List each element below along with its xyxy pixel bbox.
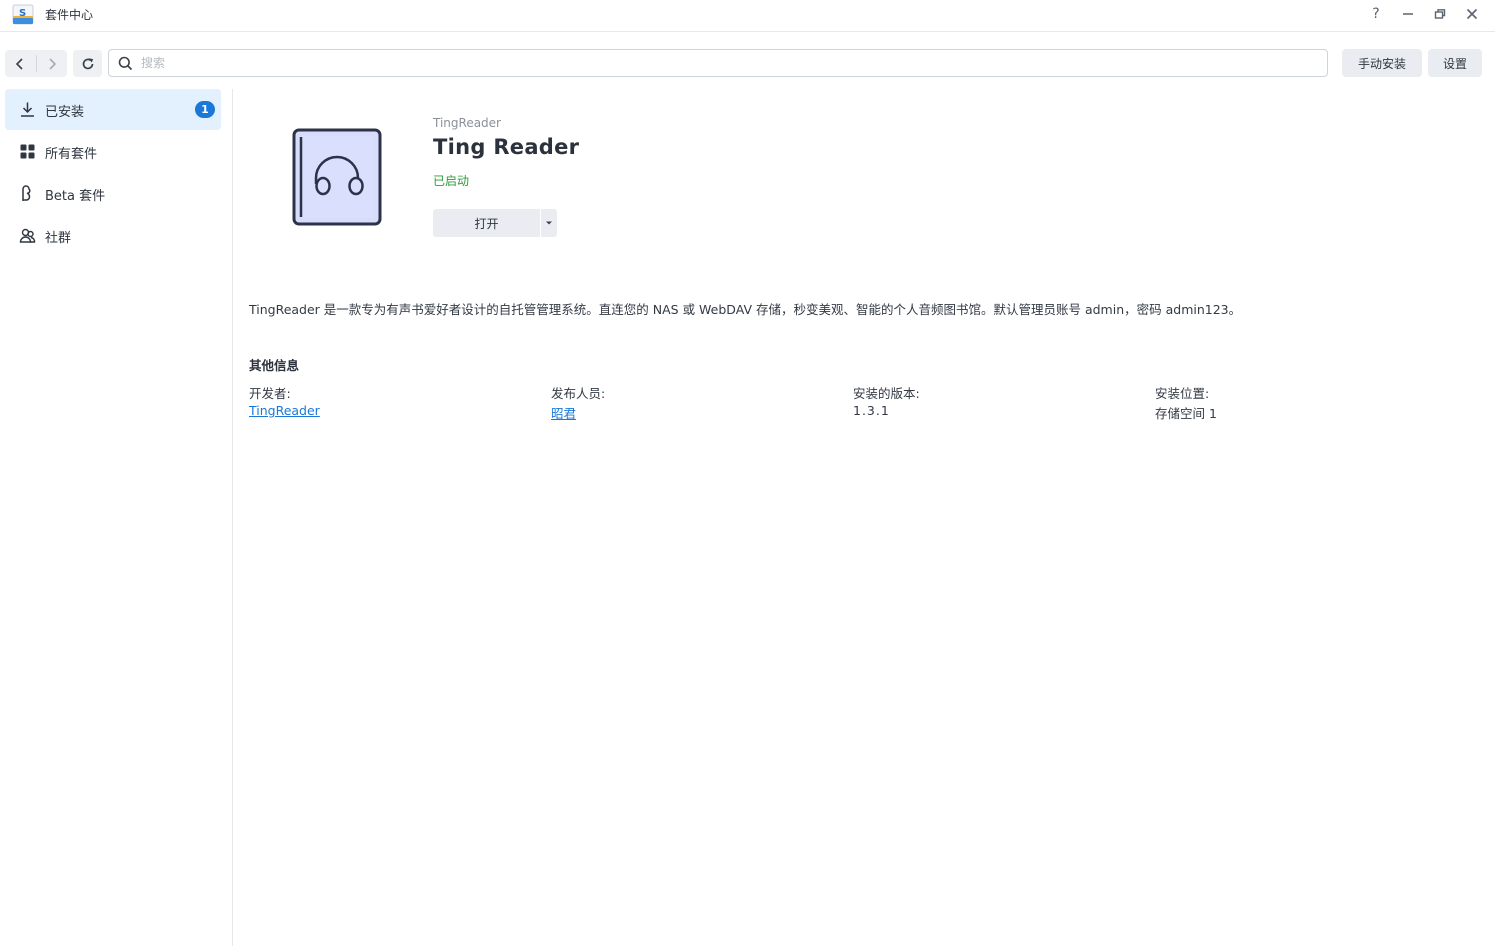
title-bar: S 套件中心 ? [0, 0, 1495, 32]
sidebar-item-label: 所有套件 [45, 147, 98, 162]
package-vendor: TingReader [433, 116, 501, 130]
svg-text:S: S [19, 8, 26, 19]
sidebar-item-installed[interactable]: 已安装 1 [5, 89, 221, 130]
close-button[interactable] [1461, 4, 1483, 24]
community-icon [19, 228, 36, 243]
forward-button[interactable] [37, 50, 68, 77]
developer-label: 开发者: [249, 386, 291, 401]
minimize-button[interactable] [1397, 4, 1419, 24]
minimize-icon [1403, 13, 1413, 15]
package-center-logo-icon: S [12, 4, 34, 25]
location-info: 安装位置: 存储空间 1 [1155, 383, 1217, 422]
search-input[interactable] [141, 53, 1311, 73]
close-icon [1466, 8, 1478, 20]
sidebar-item-beta[interactable]: Beta 套件 [5, 173, 221, 214]
sidebar-item-label: 已安装 [45, 105, 85, 120]
manual-install-button[interactable]: 手动安装 [1342, 49, 1422, 77]
sidebar-item-label: Beta 套件 [45, 189, 106, 204]
package-detail: TingReader Ting Reader 已启动 打开 TingReader… [234, 89, 1495, 946]
publisher-link[interactable]: 昭君 [551, 403, 605, 422]
back-button[interactable] [5, 50, 36, 77]
location-value: 存储空间 1 [1155, 406, 1217, 421]
headphones-book-icon [292, 128, 382, 226]
developer-info: 开发者: TingReader [249, 383, 320, 418]
nav-button-group [5, 50, 67, 77]
restore-icon [1434, 9, 1446, 19]
package-description: TingReader 是一款专为有声书爱好者设计的自托管管理系统。直连您的 NA… [249, 302, 1242, 317]
help-button[interactable]: ? [1365, 4, 1387, 24]
download-icon [21, 102, 34, 117]
chevron-right-icon [49, 57, 56, 70]
refresh-icon [82, 57, 93, 69]
version-info: 安装的版本: 1.3.1 [853, 383, 920, 418]
search-icon [118, 56, 133, 71]
developer-link[interactable]: TingReader [249, 403, 320, 418]
search-box[interactable] [108, 49, 1328, 77]
sidebar-item-label: 社群 [45, 231, 72, 246]
location-label: 安装位置: [1155, 386, 1210, 401]
grid-icon [20, 144, 35, 159]
publisher-info: 发布人员: 昭君 [551, 383, 605, 422]
installed-count-badge: 1 [195, 101, 215, 118]
sidebar-item-community[interactable]: 社群 [5, 215, 221, 256]
package-name: Ting Reader [433, 135, 580, 159]
help-icon: ? [1372, 6, 1380, 22]
other-info-title: 其他信息 [249, 358, 300, 373]
window-title: 套件中心 [45, 8, 94, 22]
chevron-left-icon [16, 57, 23, 70]
open-button[interactable]: 打开 [433, 209, 540, 237]
beta-icon [22, 185, 31, 201]
caret-down-icon [546, 221, 552, 225]
package-status: 已启动 [433, 174, 470, 188]
version-value: 1.3.1 [853, 403, 890, 418]
open-dropdown-button[interactable] [541, 209, 557, 237]
toolbar: 手动安装 设置 [0, 33, 1495, 89]
sidebar-item-all-packages[interactable]: 所有套件 [5, 131, 221, 172]
restore-button[interactable] [1429, 4, 1451, 24]
version-label: 安装的版本: [853, 386, 920, 401]
publisher-label: 发布人员: [551, 386, 606, 401]
open-button-group: 打开 [433, 209, 557, 237]
settings-button[interactable]: 设置 [1428, 49, 1482, 77]
sidebar: 已安装 1 所有套件 Beta 套件 社群 [0, 89, 233, 946]
refresh-button[interactable] [73, 50, 102, 77]
